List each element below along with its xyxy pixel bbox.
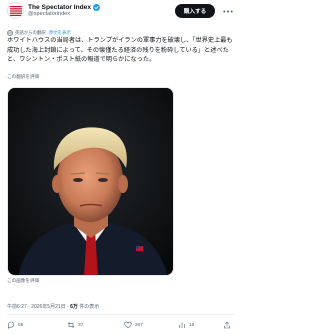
verified-badge-icon — [93, 3, 101, 11]
bar-chart-icon — [179, 322, 185, 328]
account-handle[interactable]: @spectatorindex — [28, 11, 70, 17]
show-original-link[interactable]: 原文を表示 — [49, 30, 71, 36]
retweet-count: 37 — [78, 322, 84, 328]
avatar[interactable] — [7, 2, 24, 19]
rate-translation-link[interactable]: この翻訳を評価 — [7, 74, 39, 80]
translation-label: 英語からの翻訳 — [15, 29, 46, 35]
subscribe-button[interactable]: 購入する — [175, 4, 215, 18]
more-options-button[interactable] — [222, 5, 234, 17]
bookmark-count: 16 — [189, 322, 195, 328]
timestamp[interactable]: 午前6:27 · 2026年5月21日 · — [7, 304, 69, 310]
tweet-meta: 午前6:27 · 2026年5月21日 · 6万 件の表示 — [7, 303, 99, 310]
translation-row: 英語からの翻訳 原文を表示 — [7, 29, 71, 36]
globe-icon — [7, 29, 13, 36]
heart-icon — [124, 321, 132, 329]
share-button[interactable] — [223, 319, 231, 331]
portrait-photo — [8, 88, 173, 275]
retweet-button[interactable]: 37 — [67, 319, 83, 331]
views-count: 6万 — [70, 304, 78, 310]
reply-count: 56 — [18, 322, 24, 328]
reply-button[interactable]: 56 — [7, 319, 23, 331]
share-icon — [224, 321, 230, 329]
tweet-header: The Spectator Index @spectatorindex 購入する — [0, 0, 240, 24]
reply-icon — [8, 321, 14, 329]
tweet-card: The Spectator Index @spectatorindex 購入する… — [0, 0, 240, 335]
retweet-icon — [67, 322, 75, 328]
like-count: 207 — [135, 322, 144, 328]
views-label: 件の表示 — [79, 304, 100, 310]
display-name[interactable]: The Spectator Index — [28, 4, 91, 11]
more-horizontal-icon — [223, 10, 233, 12]
rate-image-link[interactable]: この画像を評価 — [7, 278, 39, 284]
spectator-logo-icon — [10, 6, 22, 16]
like-button[interactable]: 207 — [124, 319, 143, 331]
tweet-actions: 56 37 207 16 — [7, 319, 235, 331]
views-button[interactable]: 16 — [178, 319, 194, 331]
tweet-image[interactable] — [7, 87, 174, 276]
divider — [7, 314, 235, 315]
tweet-text: ホワイトハウスの当局者は、トランプがイランの軍事力を破壊し、「世界史上最も成功し… — [7, 37, 233, 64]
